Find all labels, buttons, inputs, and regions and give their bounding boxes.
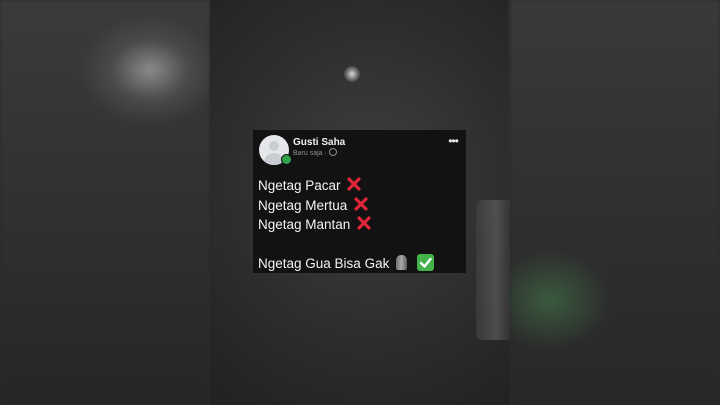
post-text: Ngetag Pacar Ngetag Mertua Ngetag Mantan… [258,176,463,274]
author-name[interactable]: Gusti Saha [293,137,345,148]
post-meta: Baru saja · [293,148,337,159]
post-header: Gusti Saha Baru saja · ••• [253,130,466,170]
background-blur-left [0,0,210,405]
online-status-icon [281,154,292,165]
post-line-text: Ngetag Mertua [258,197,348,213]
post-card: Gusti Saha Baru saja · ••• Ngetag Pacar N… [253,130,466,273]
avatar-head-icon [269,141,279,151]
post-time[interactable]: Baru saja [293,150,323,157]
post-line: Ngetag Mertua [258,196,463,216]
ceiling-light [344,66,360,82]
cross-mark-icon [357,216,371,231]
moai-icon [396,254,408,270]
post-line: Ngetag Gua Bisa Gak [258,253,463,274]
check-mark-icon [416,253,434,271]
friends-privacy-icon[interactable] [328,148,337,156]
post-line: Ngetag Mantan [258,215,463,235]
background-object [476,200,510,340]
cross-mark-icon [347,177,361,192]
background-blur-right [510,0,720,405]
post-line-text: Ngetag Pacar [258,178,341,193]
cross-mark-icon [354,197,368,211]
post-line-text: Ngetag Mantan [258,217,351,232]
post-line: Ngetag Pacar [258,176,463,196]
meta-separator: · [324,149,327,157]
more-options-button[interactable]: ••• [446,135,460,148]
post-line-text: Ngetag Gua Bisa Gak [258,256,390,271]
